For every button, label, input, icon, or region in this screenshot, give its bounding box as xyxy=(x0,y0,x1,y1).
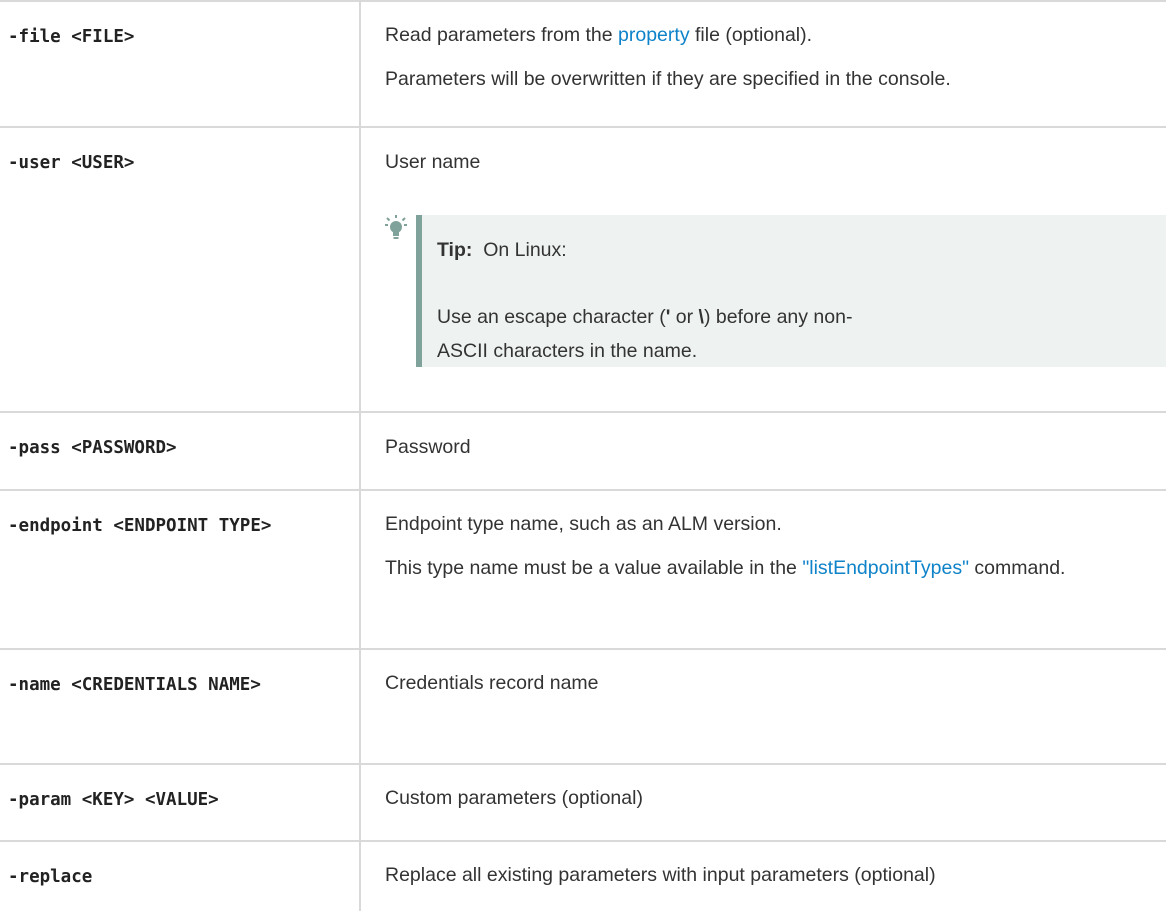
option-name: -replace xyxy=(8,867,93,887)
description-cell: Custom parameters (optional) xyxy=(360,763,1166,841)
description-line: User name xyxy=(385,151,481,173)
option-cell: -name <CREDENTIALS NAME> xyxy=(0,648,361,764)
list-endpoint-types-link[interactable]: "listEndpointTypes" xyxy=(802,557,969,579)
option-cell: -file <FILE> xyxy=(0,0,361,127)
option-cell: -user <USER> xyxy=(0,126,361,412)
table-row: -name <CREDENTIALS NAME> Credentials rec… xyxy=(0,648,1166,764)
tip-heading: Tip: On Linux: xyxy=(437,239,567,261)
description-line: Custom parameters (optional) xyxy=(385,787,643,809)
option-cell: -replace xyxy=(0,840,361,911)
option-cell: -param <KEY> <VALUE> xyxy=(0,763,361,841)
tip-callout: Tip: On Linux: Use an escape character (… xyxy=(385,215,1166,367)
option-name: -name <CREDENTIALS NAME> xyxy=(8,675,261,695)
table-row: -pass <PASSWORD> Password xyxy=(0,411,1166,490)
option-name: -pass <PASSWORD> xyxy=(8,438,177,458)
description-line: Endpoint type name, such as an ALM versi… xyxy=(385,513,782,535)
tip-body: Use an escape character (' or \) before … xyxy=(437,306,853,362)
table-row: -file <FILE> Read parameters from the pr… xyxy=(0,0,1166,127)
option-cell: -endpoint <ENDPOINT TYPE> xyxy=(0,489,361,649)
description-cell: User name Tip: On Linux: Use an escape c… xyxy=(360,126,1166,412)
option-name: -user <USER> xyxy=(8,153,135,173)
lightbulb-icon xyxy=(385,215,407,239)
tip-box: Tip: On Linux: Use an escape character (… xyxy=(416,215,1166,367)
table-row: -endpoint <ENDPOINT TYPE> Endpoint type … xyxy=(0,489,1166,649)
table-row: -replace Replace all existing parameters… xyxy=(0,840,1166,911)
description-line: Read parameters from the property file (… xyxy=(385,24,813,46)
description-cell: Replace all existing parameters with inp… xyxy=(360,840,1166,911)
option-name: -endpoint <ENDPOINT TYPE> xyxy=(8,516,272,536)
description-cell: Read parameters from the property file (… xyxy=(360,0,1166,127)
description-line: Replace all existing parameters with inp… xyxy=(385,864,936,886)
description-line: This type name must be a value available… xyxy=(385,557,1066,579)
description-cell: Endpoint type name, such as an ALM versi… xyxy=(360,489,1166,649)
option-name: -file <FILE> xyxy=(8,27,135,47)
option-name: -param <KEY> <VALUE> xyxy=(8,790,219,810)
table-row: -user <USER> User name Tip: On Linux: Us… xyxy=(0,126,1166,412)
description-cell: Credentials record name xyxy=(360,648,1166,764)
description-line: Password xyxy=(385,436,471,458)
description-line: Parameters will be overwritten if they a… xyxy=(385,68,951,90)
option-cell: -pass <PASSWORD> xyxy=(0,411,361,490)
table-row: -param <KEY> <VALUE> Custom parameters (… xyxy=(0,763,1166,841)
property-link[interactable]: property xyxy=(618,24,690,46)
description-line: Credentials record name xyxy=(385,672,599,694)
tip-label: Tip: xyxy=(437,239,473,261)
description-cell: Password xyxy=(360,411,1166,490)
parameters-table: -file <FILE> Read parameters from the pr… xyxy=(0,0,1166,911)
